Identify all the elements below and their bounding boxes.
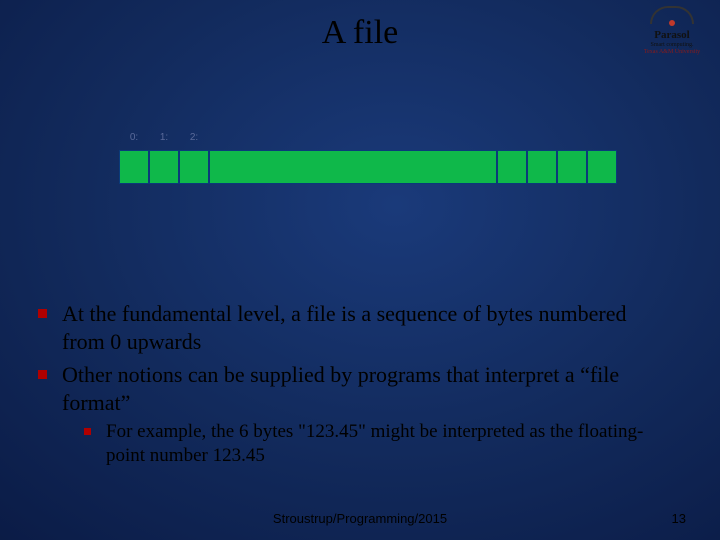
byte-cell-ellipsis [209, 150, 497, 184]
sub-bullet-item: For example, the 6 bytes "123.45" might … [62, 420, 674, 468]
byte-label: 1: [149, 132, 179, 143]
page-number: 13 [672, 511, 686, 526]
logo-mark-icon [642, 6, 702, 28]
slide-title: A file [0, 14, 720, 52]
byte-cell [179, 150, 209, 184]
slide: A file Parasol Smart computing. Texas A&… [0, 0, 720, 540]
bullet-item: Other notions can be supplied by program… [34, 361, 674, 468]
logo-university: Texas A&M University [634, 49, 710, 56]
byte-cell [557, 150, 587, 184]
byte-cell [587, 150, 617, 184]
bullet-item: At the fundamental level, a file is a se… [34, 300, 674, 355]
sub-bullet-text: For example, the 6 bytes "123.45" might … [106, 421, 643, 466]
byte-sequence-diagram [119, 150, 617, 184]
byte-cell [149, 150, 179, 184]
parasol-logo: Parasol Smart computing. Texas A&M Unive… [634, 6, 710, 55]
byte-cell [119, 150, 149, 184]
bullet-text: Other notions can be supplied by program… [62, 362, 619, 415]
byte-label: 0: [119, 132, 149, 143]
content-body: At the fundamental level, a file is a se… [34, 300, 674, 474]
byte-cell [527, 150, 557, 184]
byte-index-labels: 0:1:2: [119, 132, 209, 143]
footer-text: Stroustrup/Programming/2015 [0, 511, 720, 526]
logo-name: Parasol [634, 30, 710, 41]
logo-tagline: Smart computing. [634, 42, 710, 49]
bullet-text: At the fundamental level, a file is a se… [62, 301, 626, 354]
byte-cell [497, 150, 527, 184]
byte-label: 2: [179, 132, 209, 143]
